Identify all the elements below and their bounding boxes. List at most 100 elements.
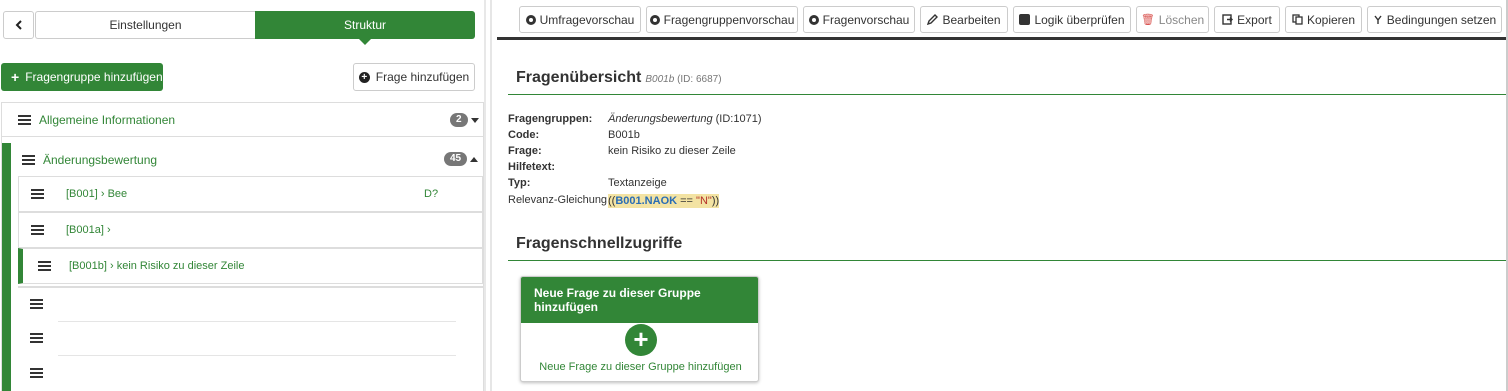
- equation-paren: )): [711, 195, 720, 207]
- drag-handle-icon[interactable]: [31, 225, 44, 235]
- edit-button[interactable]: Bearbeiten: [920, 6, 1008, 33]
- question-item[interactable]: [B001] › Bee D?: [18, 176, 483, 212]
- copy-icon: [1292, 14, 1303, 25]
- quick-access-title: Fragenschnellzugriffe: [516, 235, 683, 252]
- survey-preview-label: Umfragevorschau: [539, 12, 635, 27]
- export-label: Export: [1237, 12, 1272, 27]
- add-question-card[interactable]: Neue Frage zu dieser Gruppe hinzufügen +…: [520, 276, 759, 382]
- question-item-active[interactable]: [B001b] › kein Risiko zu dieser Zeile: [18, 248, 483, 284]
- question-item[interactable]: [18, 286, 483, 320]
- group-id: (ID:1071): [715, 113, 762, 125]
- drag-handle-icon[interactable]: [30, 368, 43, 378]
- group-name: Änderungsbewertung: [608, 113, 713, 125]
- check-logic-button[interactable]: Logik überprüfen: [1013, 6, 1131, 33]
- detail-value: kein Risiko zu dieser Zeile: [608, 145, 736, 157]
- copy-label: Kopieren: [1306, 12, 1356, 27]
- drag-handle-icon[interactable]: [31, 189, 44, 199]
- add-question-group-button[interactable]: + Fragengruppe hinzufügen: [1, 63, 163, 91]
- question-label: [B001a] ›: [66, 224, 111, 236]
- group-preview-button[interactable]: Fragengruppenvorschau: [646, 6, 798, 33]
- sidebar-scrollbar[interactable]: [484, 0, 486, 391]
- question-label-overflow: D?: [424, 188, 439, 200]
- plus-circle-icon: +: [358, 71, 370, 83]
- detail-label: Code:: [508, 129, 540, 141]
- question-overview-title: Fragenübersicht B001b (ID: 6687): [516, 69, 722, 87]
- branch-icon: [1374, 15, 1382, 24]
- edit-label: Bearbeiten: [942, 12, 1001, 27]
- caret-up-icon[interactable]: [470, 157, 478, 162]
- question-label: [B001b] › kein Risiko zu dieser Zeile: [69, 260, 245, 272]
- export-button[interactable]: Export: [1214, 6, 1280, 33]
- drag-handle-icon[interactable]: [30, 299, 43, 309]
- tab-structure[interactable]: Struktur: [255, 11, 475, 45]
- question-item[interactable]: [18, 321, 483, 355]
- drag-handle-icon[interactable]: [22, 155, 35, 165]
- check-logic-label: Logik überprüfen: [1034, 12, 1125, 27]
- panel-divider[interactable]: [490, 0, 492, 391]
- question-item[interactable]: [B001a] ›: [18, 212, 483, 248]
- trash-icon: 🗑: [1140, 14, 1155, 26]
- detail-code: Code: B001b: [508, 129, 640, 141]
- tab-settings[interactable]: Einstellungen: [35, 11, 255, 39]
- delete-label: Löschen: [1158, 12, 1205, 27]
- question-toolbar: Umfragevorschau Fragengruppenvorschau Fr…: [497, 0, 1508, 40]
- pencil-icon: [927, 14, 939, 25]
- caret-down-icon[interactable]: [471, 118, 479, 123]
- drag-handle-icon[interactable]: [30, 333, 43, 343]
- chevron-left-icon: [15, 20, 22, 30]
- export-icon: [1222, 14, 1234, 25]
- delete-button[interactable]: 🗑 Löschen: [1136, 6, 1209, 33]
- card-link[interactable]: Neue Frage zu dieser Gruppe hinzufügen: [521, 361, 758, 373]
- drag-handle-icon[interactable]: [18, 114, 31, 125]
- add-question-button[interactable]: + Frage hinzufügen: [353, 63, 475, 91]
- detail-label: Relevanz-Gleichung:: [508, 194, 611, 206]
- detail-label: Frage:: [508, 145, 542, 157]
- question-count-badge: 45: [444, 152, 468, 166]
- detail-type: Typ: Textanzeige: [508, 177, 667, 189]
- copy-button[interactable]: Kopieren: [1285, 6, 1362, 33]
- gear-icon: [808, 14, 819, 25]
- detail-value: Textanzeige: [608, 177, 667, 189]
- tab-structure-label: Struktur: [343, 18, 386, 32]
- detail-help: Hilfetext:: [508, 161, 608, 173]
- question-id: (ID: 6687): [677, 74, 722, 85]
- add-question-group-label: Fragengruppe hinzufügen: [25, 70, 163, 84]
- plus-circle-icon[interactable]: +: [625, 324, 657, 356]
- group-label: Änderungsbewertung: [43, 153, 158, 167]
- active-tab-caret: [359, 39, 371, 45]
- structure-sidebar: Einstellungen Struktur + Fragengruppe hi…: [0, 0, 486, 391]
- survey-preview-button[interactable]: Umfragevorschau: [519, 6, 641, 33]
- overview-title-text: Fragenübersicht: [516, 69, 642, 86]
- question-preview-button[interactable]: Fragenvorschau: [803, 6, 915, 33]
- detail-relevance: Relevanz-Gleichung: ((B001.NAOK == "N")): [508, 194, 720, 208]
- equation-variable: B001.NAOK: [615, 195, 678, 207]
- question-count-badge: 2: [450, 113, 468, 127]
- detail-value: B001b: [608, 129, 640, 141]
- group-preview-label: Fragengruppenvorschau: [663, 12, 795, 27]
- active-group-indicator: [2, 143, 11, 391]
- question-code: B001b: [645, 74, 675, 85]
- drag-handle-icon[interactable]: [38, 261, 51, 271]
- question-code-id: B001b (ID: 6687): [645, 74, 721, 85]
- detail-label: Hilfetext:: [508, 161, 556, 173]
- detail-label: Fragengruppen:: [508, 113, 593, 125]
- group-label: Allgemeine Informationen: [39, 112, 176, 127]
- logic-check-icon: [1019, 14, 1031, 25]
- question-label: [B001] › Bee: [66, 188, 128, 200]
- detail-question: Frage: kein Risiko zu dieser Zeile: [508, 145, 736, 157]
- plus-icon: +: [11, 69, 20, 85]
- section-divider: [508, 260, 1507, 261]
- collapse-sidebar-button[interactable]: [3, 11, 34, 39]
- set-conditions-button[interactable]: Bedingungen setzen: [1367, 6, 1502, 33]
- set-conditions-label: Bedingungen setzen: [1386, 12, 1497, 27]
- question-preview-label: Fragenvorschau: [822, 12, 910, 27]
- section-divider: [508, 94, 1507, 95]
- gear-icon: [525, 14, 536, 25]
- question-item[interactable]: [18, 356, 483, 390]
- add-question-label: Frage hinzufügen: [375, 70, 470, 84]
- group-item-change-assessment[interactable]: Änderungsbewertung 45: [12, 143, 483, 177]
- detail-value: Änderungsbewertung (ID:1071): [608, 113, 762, 125]
- group-item-general-information[interactable]: Allgemeine Informationen 2: [2, 103, 483, 137]
- relevance-equation: ((B001.NAOK == "N")): [608, 194, 720, 208]
- equation-string: "N": [696, 195, 712, 207]
